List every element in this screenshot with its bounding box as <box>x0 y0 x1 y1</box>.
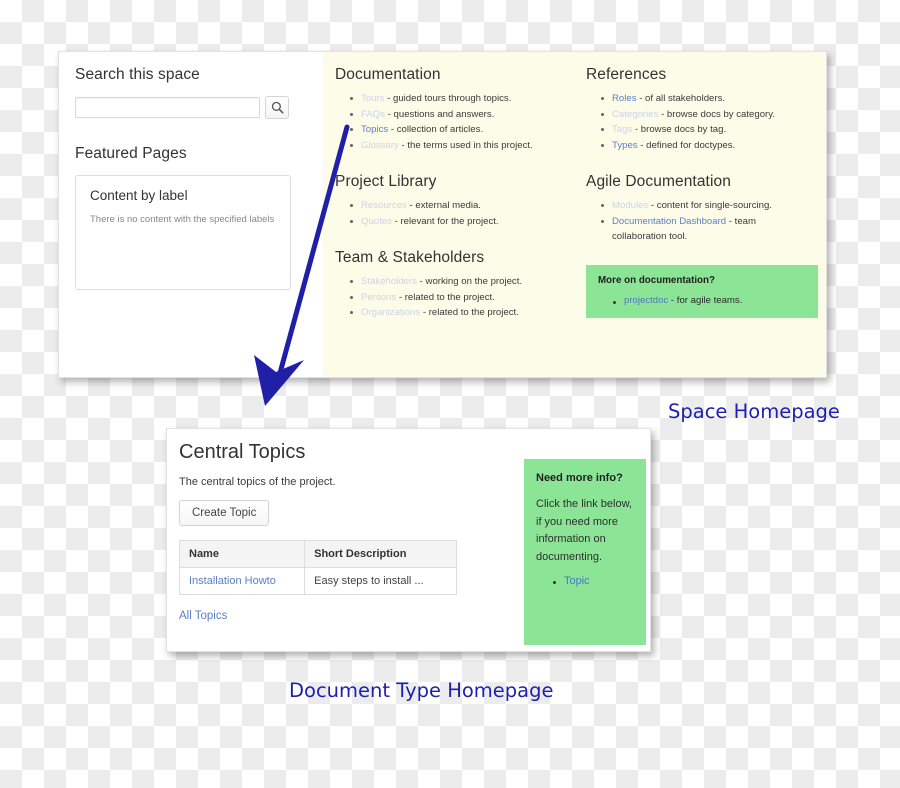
table-row: Installation Howto Easy steps to install… <box>178 567 457 595</box>
link-glossary[interactable]: Glossary <box>361 140 399 151</box>
team-stakeholders-heading: Team & Stakeholders <box>335 249 485 267</box>
topics-table: Name Short Description Installation Howt… <box>178 540 457 595</box>
list-item: Quotes - relevant for the project. <box>350 214 562 230</box>
item-text: - of all stakeholders. <box>636 93 726 104</box>
item-text: - relevant for the project. <box>391 215 499 227</box>
content-by-label-message: There is no content with the specified l… <box>90 214 275 225</box>
list-item: Resources - external media. <box>350 198 562 214</box>
column-header-short-description: Short Description <box>304 540 457 568</box>
cell-short-description: Easy steps to install ... <box>304 567 457 595</box>
link-projectdoc[interactable]: projectdoc <box>624 295 668 306</box>
link-topics[interactable]: Topics <box>361 124 388 135</box>
link-quotes[interactable]: Quotes <box>361 216 392 227</box>
link-stakeholders[interactable]: Stakeholders <box>361 276 417 287</box>
list-item: Tours - guided tours through topics. <box>350 91 562 107</box>
link-persons[interactable]: Persons <box>361 292 396 303</box>
link-documentation-dashboard[interactable]: Documentation Dashboard <box>612 216 726 227</box>
link-modules[interactable]: Modules <box>612 200 648 211</box>
link-installation-howto[interactable]: Installation Howto <box>189 575 276 587</box>
search-button[interactable] <box>265 96 289 119</box>
documentation-heading: Documentation <box>335 66 441 83</box>
link-faqs[interactable]: FAQs <box>361 109 385 120</box>
item-text: - related to the project. <box>420 307 519 319</box>
callout-heading: More on documentation? <box>598 274 716 286</box>
item-text: - external media. <box>406 200 481 212</box>
list-item: Stakeholders - working on the project. <box>350 274 562 290</box>
callout-list: projectdoc - for agile teams. <box>598 295 806 306</box>
column-header-name: Name <box>178 540 306 568</box>
link-topic[interactable]: Topic <box>564 575 590 587</box>
project-library-list: Resources - external media. Quotes - rel… <box>335 198 562 229</box>
callout-heading: Need more info? <box>536 472 623 484</box>
content-by-label-macro: Content by label There is no content wit… <box>75 175 291 290</box>
list-item: Tags - browse docs by tag. <box>601 122 812 138</box>
list-item: Types - defined for doctypes. <box>601 138 812 154</box>
link-tags[interactable]: Tags <box>612 124 632 135</box>
all-topics-link[interactable]: All Topics <box>179 610 227 622</box>
list-item: FAQs - questions and answers. <box>350 107 562 123</box>
project-library-heading: Project Library <box>335 173 437 191</box>
list-item: Modules - content for single-sourcing. <box>601 198 812 214</box>
item-text: - content for single-sourcing. <box>648 200 772 212</box>
list-item: Organizations - related to the project. <box>350 305 562 321</box>
link-categories[interactable]: Categories <box>612 109 658 120</box>
list-item: Topics - collection of articles. <box>350 122 562 138</box>
list-item: Glossary - the terms used in this projec… <box>350 138 562 154</box>
document-type-homepage-window: Central Topics The central topics of the… <box>166 428 651 652</box>
item-text: - browse docs by category. <box>658 108 776 120</box>
item-text: - defined for doctypes. <box>637 139 736 151</box>
item-text: - questions and answers. <box>385 108 495 120</box>
item-text: - the terms used in this project. <box>398 139 533 151</box>
list-item: Persons - related to the project. <box>350 290 562 306</box>
documentation-list: Tours - guided tours through topics. FAQ… <box>335 91 562 153</box>
references-heading: References <box>586 66 667 83</box>
list-item: Documentation Dashboard - team collabora… <box>601 214 812 245</box>
caption-doctype-homepage: Document Type Homepage <box>289 679 554 702</box>
search-row <box>75 96 307 119</box>
link-roles[interactable]: Roles <box>612 93 637 104</box>
space-homepage-right-column: References Roles - of all stakeholders. … <box>574 52 826 377</box>
list-item: projectdoc - for agile teams. <box>613 294 806 306</box>
cell-name: Installation Howto <box>178 567 306 595</box>
item-text: - browse docs by tag. <box>632 124 727 136</box>
agile-documentation-list: Modules - content for single-sourcing. D… <box>586 198 812 245</box>
space-homepage-left-column: Search this space Featured Pages Content… <box>59 52 323 377</box>
callout-list: Topic <box>536 575 636 587</box>
space-homepage-middle-column: Documentation Tours - guided tours throu… <box>323 52 574 377</box>
item-text: - working on the project. <box>417 276 523 288</box>
agile-documentation-heading: Agile Documentation <box>586 173 731 191</box>
create-topic-button[interactable]: Create Topic <box>179 500 270 526</box>
item-text: - guided tours through topics. <box>384 93 512 104</box>
references-list: Roles - of all stakeholders. Categories … <box>586 91 812 153</box>
search-icon <box>271 101 284 114</box>
item-text: - related to the project. <box>396 291 495 303</box>
link-organizations[interactable]: Organizations <box>361 307 420 318</box>
search-input[interactable] <box>75 97 260 118</box>
more-on-documentation-callout: More on documentation? projectdoc - for … <box>586 264 818 318</box>
caption-space-homepage: Space Homepage <box>668 400 840 423</box>
featured-pages-heading: Featured Pages <box>75 145 187 162</box>
list-item: Topic <box>553 575 636 587</box>
link-types[interactable]: Types <box>612 140 638 151</box>
need-more-info-callout: Need more info? Click the link below, if… <box>524 459 646 645</box>
search-this-space-heading: Search this space <box>75 66 200 83</box>
link-resources[interactable]: Resources <box>361 200 407 211</box>
item-text: - collection of articles. <box>388 124 484 136</box>
content-by-label-title: Content by label <box>90 188 188 203</box>
list-item: Categories - browse docs by category. <box>601 107 812 123</box>
callout-body: Click the link below, if you need more i… <box>536 497 632 564</box>
item-text: - for agile teams. <box>668 294 743 306</box>
table-header-row: Name Short Description <box>178 540 457 568</box>
list-item: Roles - of all stakeholders. <box>601 91 812 107</box>
link-tours[interactable]: Tours <box>361 93 384 104</box>
team-stakeholders-list: Stakeholders - working on the project. P… <box>335 274 562 321</box>
space-homepage-window: Search this space Featured Pages Content… <box>58 51 827 378</box>
